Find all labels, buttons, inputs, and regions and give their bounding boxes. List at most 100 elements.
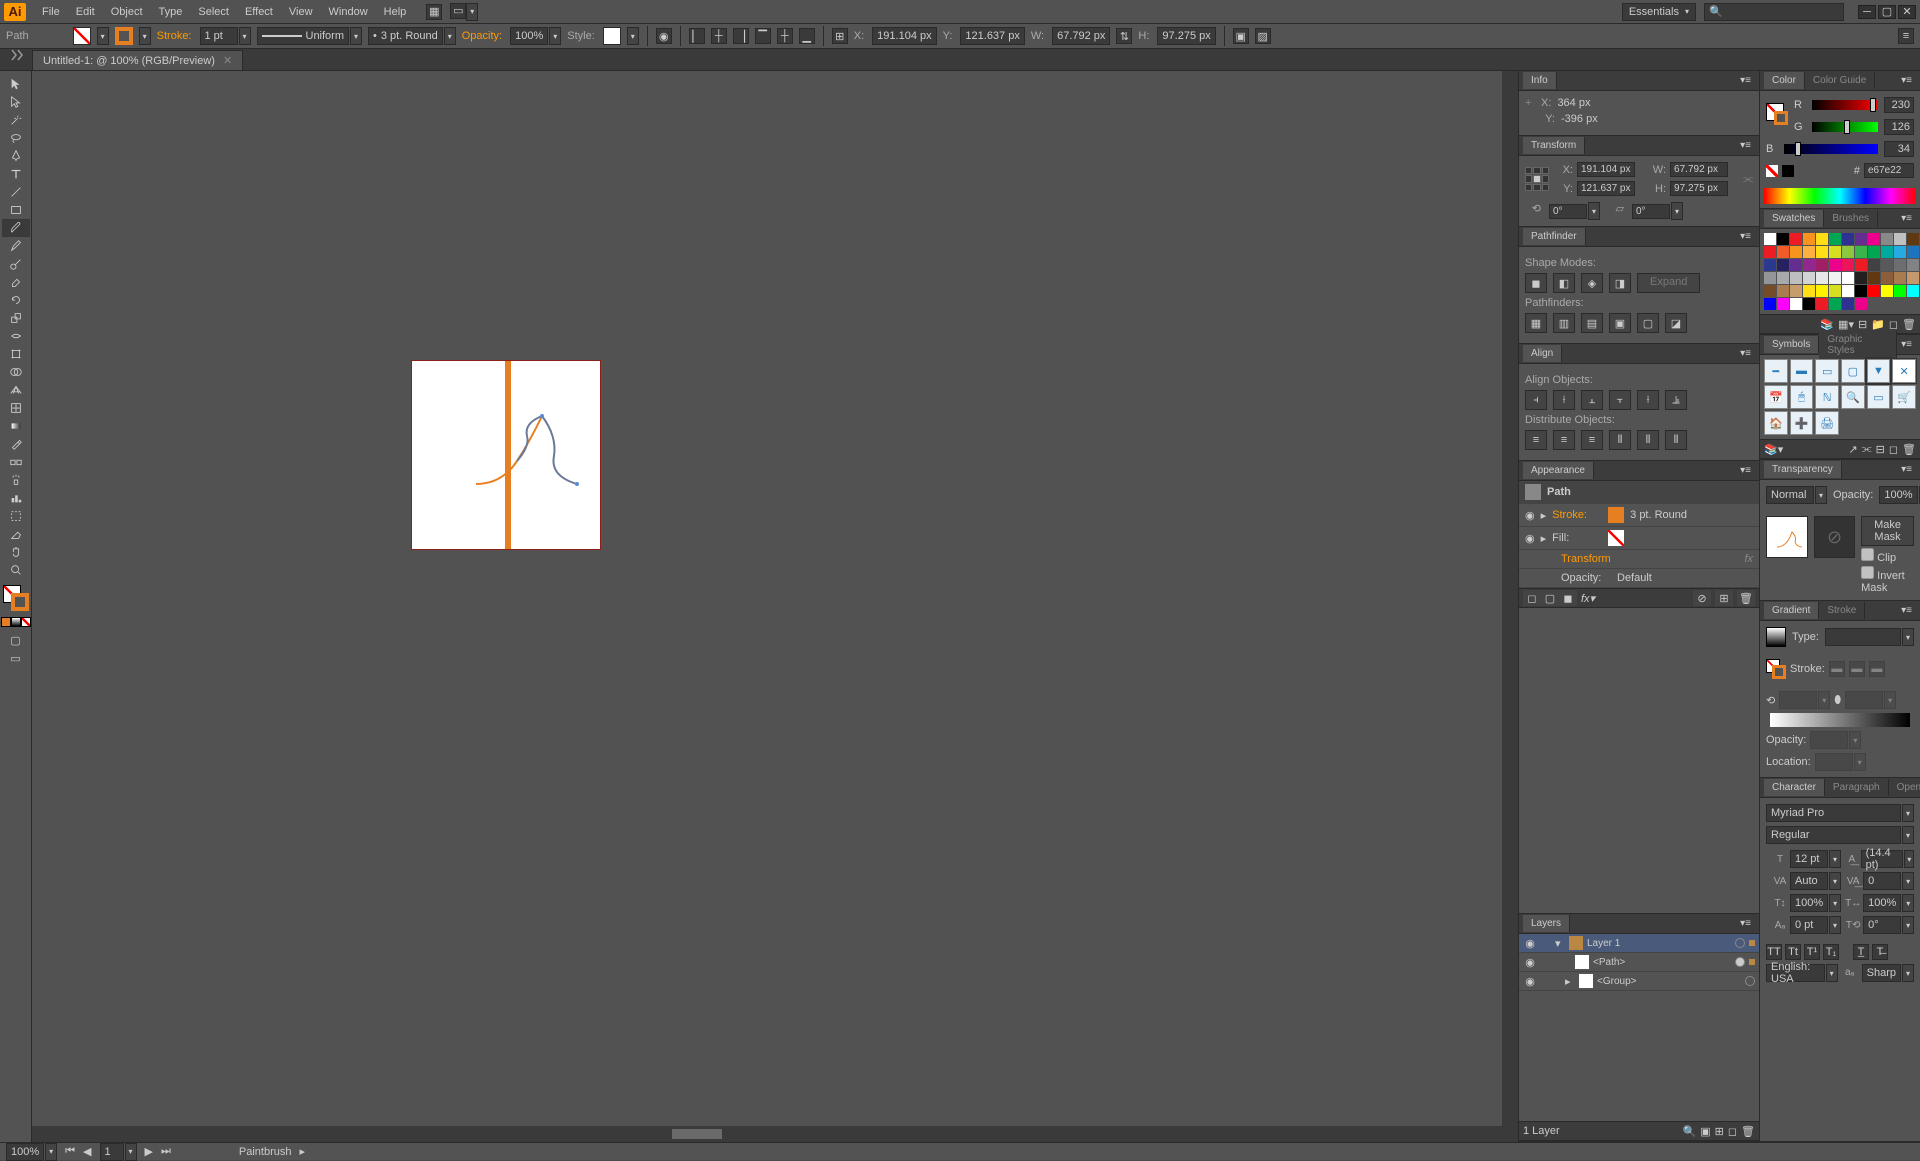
gradient-type-dd[interactable]: ▾ — [1902, 628, 1914, 646]
swatch-item[interactable] — [1764, 259, 1776, 271]
swatch-item[interactable] — [1816, 298, 1828, 310]
black-swatch[interactable] — [1782, 165, 1794, 177]
panel-menu-icon[interactable]: ▾≡ — [1897, 605, 1916, 616]
swatch-item[interactable] — [1829, 298, 1841, 310]
swatch-lib-icon[interactable]: 📚 — [1820, 318, 1834, 331]
layout-icon[interactable]: ▭ — [450, 3, 466, 19]
swatch-item[interactable] — [1855, 259, 1867, 271]
swatch-item[interactable] — [1842, 285, 1854, 297]
hex-input[interactable] — [1864, 163, 1914, 178]
swatch-item[interactable] — [1803, 298, 1815, 310]
brush-dd[interactable]: ▾ — [444, 27, 456, 45]
graphic-styles-tab[interactable]: Graphic Styles — [1819, 331, 1897, 359]
panel-menu-icon[interactable]: ▾≡ — [1897, 464, 1916, 475]
strikethrough-icon[interactable]: T̶ — [1872, 944, 1888, 960]
minus-front-icon[interactable]: ◧ — [1553, 273, 1575, 293]
anchor-point[interactable] — [540, 414, 544, 418]
target-icon[interactable] — [1735, 957, 1745, 967]
control-menu-icon[interactable]: ≡ — [1898, 28, 1914, 44]
dist-vcenter-icon[interactable]: ≡ — [1553, 430, 1575, 450]
language-input[interactable]: English: USA — [1766, 964, 1825, 982]
opentype-tab[interactable]: OpenType — [1889, 779, 1920, 796]
screen-mode-icon[interactable]: ▭ — [2, 649, 30, 667]
symbol-item[interactable]: 🔍 — [1841, 385, 1865, 409]
layer-row[interactable]: ◉<Path> — [1519, 953, 1759, 972]
color-mode-icon[interactable] — [1, 617, 11, 627]
next-artboard-icon[interactable]: ▶ — [145, 1145, 153, 1158]
swatch-item[interactable] — [1777, 298, 1789, 310]
swatch-item[interactable] — [1764, 272, 1776, 284]
delete-symbol-icon[interactable]: 🗑 — [1902, 443, 1916, 456]
font-size-input[interactable]: 12 pt — [1790, 850, 1828, 868]
opacity-label[interactable]: Opacity: — [462, 30, 502, 42]
eraser-tool[interactable] — [2, 273, 30, 291]
transform-tab[interactable]: Transform — [1523, 137, 1585, 154]
appearance-tab[interactable]: Appearance — [1523, 462, 1594, 479]
new-group-icon[interactable]: 📁 — [1871, 318, 1885, 331]
dist-right-icon[interactable]: ⦀ — [1665, 430, 1687, 450]
visibility-icon[interactable]: ◉ — [1523, 955, 1537, 969]
swatch-item[interactable] — [1881, 285, 1893, 297]
panel-menu-icon[interactable]: ▾≡ — [1736, 465, 1755, 476]
swatch-item[interactable] — [1790, 259, 1802, 271]
vscale-input[interactable]: 100% — [1790, 894, 1828, 912]
brushes-tab[interactable]: Brushes — [1824, 210, 1878, 227]
window-close-icon[interactable]: ✕ — [1898, 5, 1916, 19]
color-guide-tab[interactable]: Color Guide — [1805, 72, 1875, 89]
swatch-item[interactable] — [1816, 259, 1828, 271]
pen-tool[interactable] — [2, 147, 30, 165]
profile-input[interactable]: Uniform — [257, 27, 350, 45]
transp-opacity-input[interactable]: 100% — [1879, 486, 1917, 504]
transparency-tab[interactable]: Transparency — [1764, 461, 1842, 478]
b-input[interactable]: 34 — [1884, 141, 1914, 157]
baseline-input[interactable]: 0 pt — [1790, 916, 1828, 934]
symbol-item[interactable]: 🛒 — [1892, 385, 1916, 409]
menu-help[interactable]: Help — [376, 0, 415, 24]
style-dd[interactable]: ▾ — [1902, 826, 1914, 844]
edit-mask-icon[interactable]: ▨ — [1255, 28, 1271, 44]
color-spectrum[interactable] — [1764, 188, 1916, 204]
swatch-item[interactable] — [1855, 285, 1867, 297]
stroke-dd[interactable]: ▾ — [139, 27, 151, 45]
transform-icon[interactable]: ⊞ — [832, 28, 848, 44]
y-input[interactable]: 121.637 px — [960, 27, 1024, 45]
isolate-icon[interactable]: ▣ — [1233, 28, 1249, 44]
link-wh-icon[interactable]: ⇅ — [1116, 28, 1132, 44]
swatch-item[interactable] — [1907, 259, 1919, 271]
swatch-item[interactable] — [1855, 272, 1867, 284]
swatch-item[interactable] — [1790, 285, 1802, 297]
tx-w-input[interactable] — [1670, 162, 1728, 177]
swatch-item[interactable] — [1829, 246, 1841, 258]
tx-h-input[interactable] — [1670, 181, 1728, 196]
expand-icon[interactable]: ▸ — [1541, 532, 1547, 545]
make-mask-button[interactable]: Make Mask — [1861, 516, 1914, 546]
opacity-input[interactable]: 100% — [510, 27, 548, 45]
window-minimize-icon[interactable]: ─ — [1858, 5, 1876, 19]
visibility-icon[interactable]: ◉ — [1523, 974, 1537, 988]
swatch-item[interactable] — [1790, 233, 1802, 245]
menu-edit[interactable]: Edit — [68, 0, 103, 24]
symbol-item[interactable]: ▭ — [1815, 359, 1839, 383]
direct-selection-tool[interactable] — [2, 93, 30, 111]
pathfinder-tab[interactable]: Pathfinder — [1523, 228, 1586, 245]
expand-icon[interactable]: ▸ — [1541, 509, 1547, 522]
free-transform-tool[interactable] — [2, 345, 30, 363]
b-slider[interactable] — [1784, 144, 1878, 154]
recolor-icon[interactable]: ◉ — [656, 28, 672, 44]
new-layer-icon[interactable]: ◻ — [1728, 1125, 1737, 1138]
target-icon[interactable] — [1745, 976, 1755, 986]
panel-menu-icon[interactable]: ▾≡ — [1736, 918, 1755, 929]
swatch-item[interactable] — [1777, 285, 1789, 297]
panel-menu-icon[interactable]: ▾≡ — [1736, 75, 1755, 86]
add-fill-icon[interactable]: ◼ — [1559, 590, 1577, 606]
symbol-lib-icon[interactable]: 📚▾ — [1764, 443, 1783, 456]
lasso-tool[interactable] — [2, 129, 30, 147]
align-top-icon[interactable]: ▔ — [755, 28, 771, 44]
none-swatch[interactable] — [1766, 165, 1778, 177]
fill-color-swatch[interactable] — [1608, 530, 1624, 546]
profile-dd[interactable]: ▾ — [350, 27, 362, 45]
swatch-item[interactable] — [1829, 259, 1841, 271]
swatch-item[interactable] — [1790, 298, 1802, 310]
hand-tool[interactable] — [2, 543, 30, 561]
panel-menu-icon[interactable]: ▾≡ — [1736, 140, 1755, 151]
